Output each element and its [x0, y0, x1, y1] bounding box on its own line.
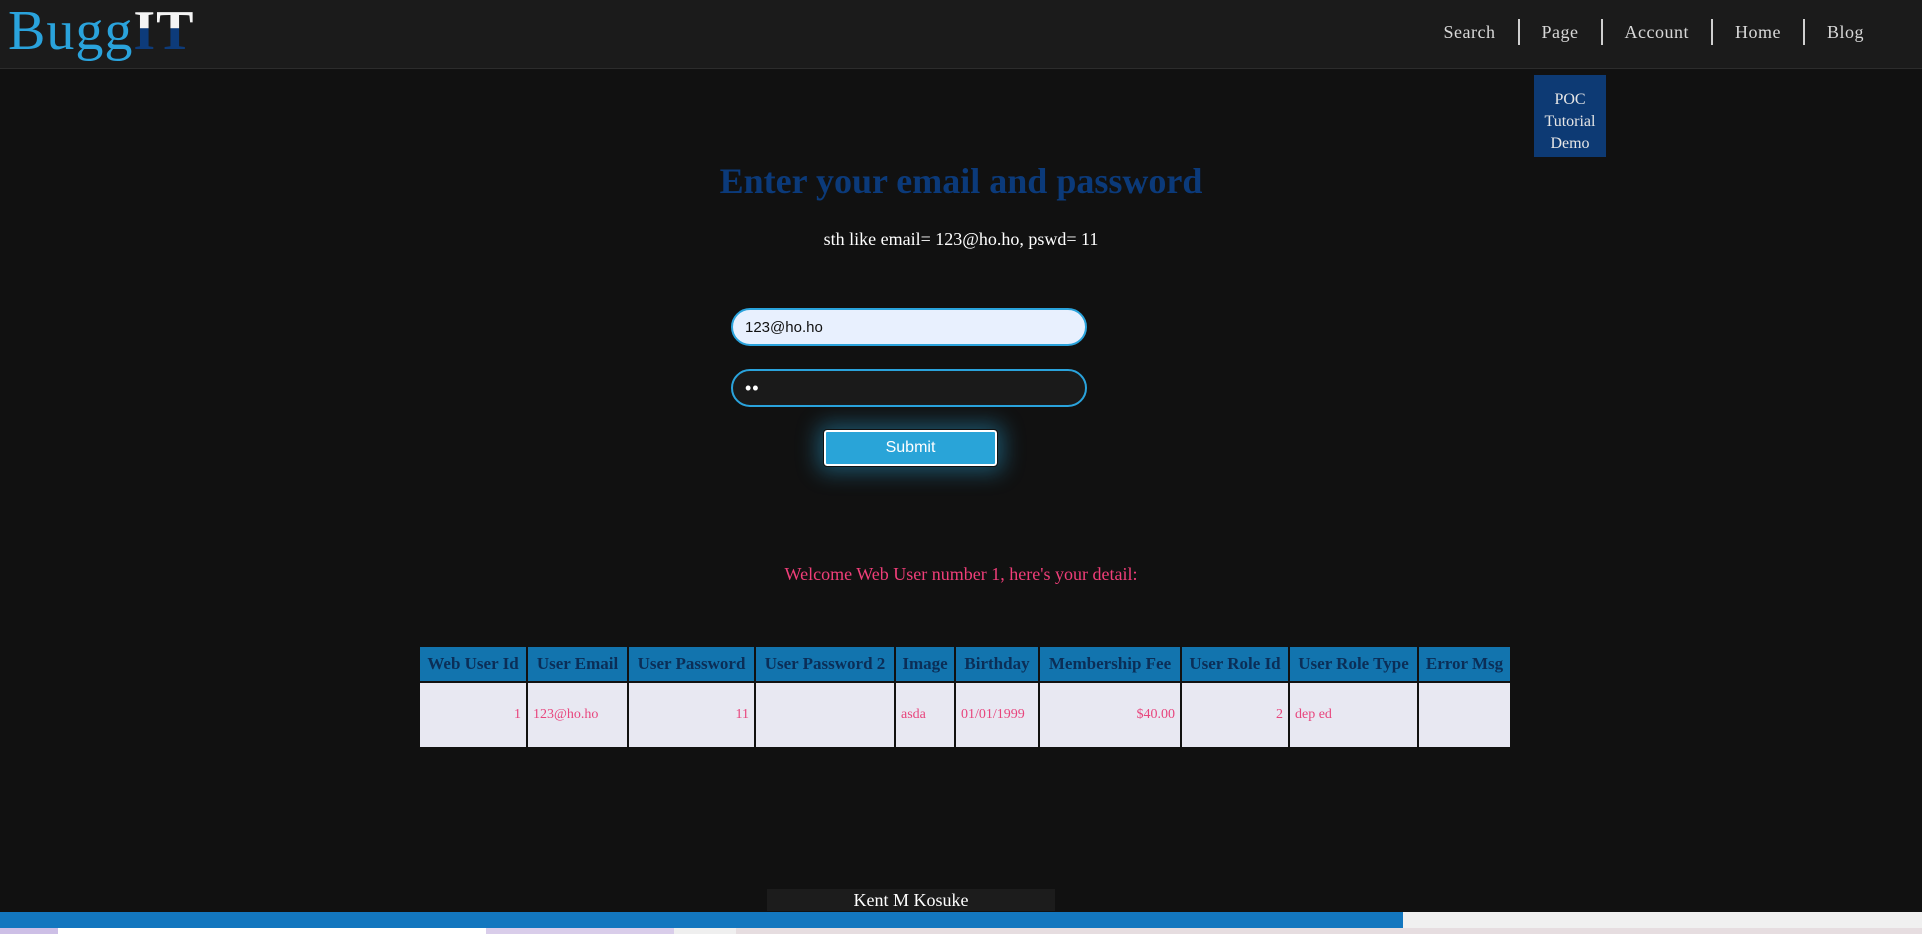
footer-progress-fill	[0, 912, 1404, 928]
login-title: Enter your email and password	[719, 161, 1203, 201]
welcome-message: Welcome Web User number 1, here's your d…	[784, 564, 1138, 584]
user-detail-table: Web User Id User Email User Password Use…	[418, 645, 1512, 749]
table-header-row: Web User Id User Email User Password Use…	[418, 645, 1512, 683]
email-field[interactable]	[731, 308, 1087, 346]
poc-tutorial-demo-button[interactable]: POC Tutorial Demo	[1534, 75, 1606, 157]
cell-user-password-2	[754, 681, 896, 749]
strip-segment	[736, 928, 1922, 934]
cell-user-role-id: 2	[1180, 681, 1290, 749]
column-header-user-email: User Email	[526, 645, 629, 683]
strip-segment	[0, 928, 58, 934]
cell-image: asda	[894, 681, 956, 749]
strip-segment	[58, 928, 486, 934]
footer-author: Kent M Kosuke	[767, 889, 1055, 911]
column-header-user-password: User Password	[627, 645, 756, 683]
footer-color-strip	[0, 928, 1922, 934]
nav-item-home[interactable]: Home	[1713, 18, 1803, 46]
logo-text-bugg: Bugg	[8, 0, 134, 62]
top-navbar: BuggIT Search Page Account Home Blog	[0, 0, 1922, 69]
strip-segment	[674, 928, 736, 934]
submit-button[interactable]: Submit	[823, 429, 998, 467]
cell-user-email: 123@ho.ho	[526, 681, 629, 749]
footer-progress-bar	[0, 912, 1922, 928]
column-header-error-msg: Error Msg	[1417, 645, 1512, 683]
nav-item-search[interactable]: Search	[1422, 18, 1518, 46]
nav-item-page[interactable]: Page	[1520, 18, 1601, 46]
nav-item-account[interactable]: Account	[1603, 18, 1711, 46]
strip-segment	[486, 928, 674, 934]
cell-user-role-type: dep ed	[1288, 681, 1419, 749]
column-header-birthday: Birthday	[954, 645, 1040, 683]
password-field[interactable]	[731, 369, 1087, 407]
column-header-membership-fee: Membership Fee	[1038, 645, 1182, 683]
main-nav: Search Page Account Home Blog	[1422, 18, 1886, 46]
poc-label-line1: POC	[1554, 91, 1586, 108]
column-header-user-role-id: User Role Id	[1180, 645, 1290, 683]
cell-web-user-id: 1	[418, 681, 528, 749]
column-header-image: Image	[894, 645, 956, 683]
poc-label-line2: Tutorial	[1544, 113, 1596, 130]
logo-text-it: IT	[133, 0, 195, 62]
poc-label-line3: Demo	[1550, 135, 1590, 152]
table-row: 1 123@ho.ho 11 asda 01/01/1999 $40.00 2 …	[418, 681, 1512, 749]
login-hint: sth like email= 123@ho.ho, pswd= 11	[823, 229, 1099, 249]
column-header-user-role-type: User Role Type	[1288, 645, 1419, 683]
buggit-logo[interactable]: BuggIT	[8, 0, 195, 62]
cell-membership-fee: $40.00	[1038, 681, 1182, 749]
cell-error-msg	[1417, 681, 1512, 749]
cell-birthday: 01/01/1999	[954, 681, 1040, 749]
nav-item-blog[interactable]: Blog	[1805, 18, 1886, 46]
column-header-web-user-id: Web User Id	[418, 645, 528, 683]
column-header-user-password-2: User Password 2	[754, 645, 896, 683]
cell-user-password: 11	[627, 681, 756, 749]
